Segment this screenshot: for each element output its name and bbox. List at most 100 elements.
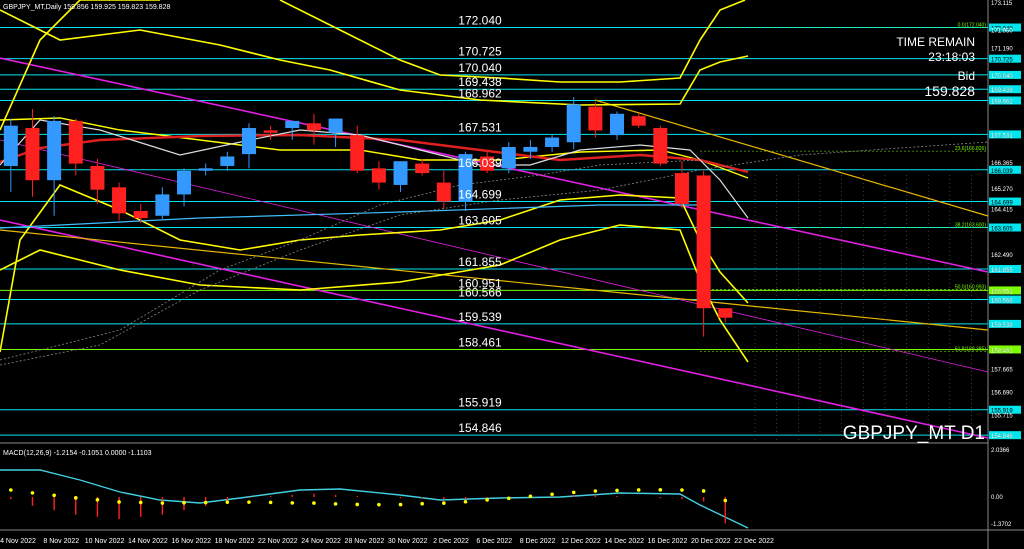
- gray-cloud-line-2: [0, 159, 701, 361]
- level-price-label: 160.566: [458, 286, 502, 300]
- price-axis-tick: 160.951: [991, 289, 1013, 295]
- horizontal-levels: [0, 0, 1024, 549]
- macd-signal-dot: [9, 488, 13, 492]
- macd-signal-dot: [312, 501, 316, 505]
- candle-body: [696, 175, 711, 309]
- candle-body: [501, 147, 516, 169]
- price-axis-tick: 162.490: [991, 253, 1013, 259]
- macd-signal-dot: [95, 497, 100, 502]
- candle-body: [285, 120, 300, 129]
- date-tick: 2 Dec 2022: [433, 538, 469, 545]
- macd-signal-dot: [680, 488, 684, 492]
- price-axis-tick: 168.962: [991, 99, 1013, 105]
- price-axis-tick: 159.539: [991, 323, 1013, 329]
- candle-body: [220, 156, 235, 166]
- cyan-moving-average: [0, 204, 700, 229]
- trading-chart[interactable]: 172.040 172.040 170.725 170.725 170.040 170.0…: [0, 0, 1024, 549]
- macd-signal-dot: [442, 501, 446, 505]
- macd-signal-dot: [52, 493, 56, 498]
- price-axis: 173.115 171.950 171.190 170.040 169.438 168.9…: [991, 1, 1013, 440]
- price-axis-tick: 160.566: [991, 299, 1013, 305]
- price-axis-tick: 156.690: [991, 390, 1013, 396]
- date-tick: 10 Nov 2022: [85, 538, 125, 545]
- macd-signal-dot: [398, 502, 403, 507]
- price-axis-tick: 170.040: [991, 74, 1013, 80]
- price-axis-tick: 158.461: [991, 348, 1013, 354]
- price-axis-tick: 171.950: [991, 29, 1013, 35]
- candle-body: [68, 120, 83, 164]
- price-axis-tick: 165.270: [991, 187, 1013, 193]
- price-axis-tick: 167.531: [991, 133, 1013, 139]
- macd-signal-dot: [485, 498, 489, 502]
- macd-line: [0, 469, 749, 529]
- macd-signal-dot: [30, 491, 35, 495]
- candle-body: [241, 128, 256, 155]
- macd-signal-dot: [615, 488, 619, 493]
- macd-signal-dot: [160, 501, 165, 505]
- candle-body: [263, 130, 278, 133]
- macd-signal-dot: [73, 496, 78, 500]
- candle-body: [653, 128, 668, 164]
- price-axis-tick: 173.115: [991, 1, 1013, 7]
- price-axis-tick: 171.190: [991, 47, 1013, 53]
- candle-body: [47, 120, 62, 181]
- level-price-label: 166.039: [458, 156, 502, 170]
- date-tick: 8 Dec 2022: [520, 538, 556, 545]
- candle-body: [25, 128, 40, 181]
- macd-signal-dot: [658, 488, 663, 492]
- level-price-label: 170.040: [458, 61, 502, 75]
- price-axis-tick: 169.438: [991, 88, 1013, 94]
- symbol-watermark: GBPJPY_MT D1: [843, 423, 985, 444]
- macd-signal-dot: [723, 498, 728, 503]
- date-tick: 18 Nov 2022: [215, 538, 255, 545]
- macd-signal-dot: [550, 492, 554, 497]
- date-tick: 20 Dec 2022: [691, 538, 731, 545]
- date-tick: 6 Dec 2022: [476, 538, 512, 545]
- date-tick: 12 Dec 2022: [561, 538, 601, 545]
- date-tick: 22 Dec 2022: [734, 538, 774, 545]
- level-price-label: 161.855: [458, 255, 502, 269]
- fib-label: 61.8(158.385): [955, 346, 986, 352]
- candle-body: [610, 113, 625, 136]
- fib-label: 38.2(163.600): [955, 223, 986, 229]
- date-tick: 16 Dec 2022: [648, 538, 688, 545]
- candle-body: [523, 147, 538, 152]
- level-price-tag-text: 163.605: [991, 226, 1013, 232]
- macd-signal-dot: [506, 496, 511, 501]
- level-price-label: 167.531: [458, 120, 502, 134]
- candle-body: [415, 163, 430, 174]
- date-tick: 16 Nov 2022: [171, 538, 211, 545]
- yellow-band-upper: [279, 0, 746, 83]
- bid-label: Bid: [958, 69, 975, 83]
- macd-signal-dot: [355, 502, 360, 507]
- candle-body: [566, 104, 581, 143]
- level-price-tag-text: 170.725: [991, 58, 1013, 64]
- candle-body: [198, 168, 213, 171]
- date-tick: 30 Nov 2022: [388, 538, 428, 545]
- candle-body: [545, 137, 560, 147]
- macd-axis-tick: 0.00: [991, 495, 1003, 501]
- macd-signal-dot: [268, 500, 273, 505]
- candle-body: [155, 194, 170, 216]
- time-axis: 4 Nov 2022 8 Nov 2022 10 Nov 2022 14 Nov 20…: [0, 538, 774, 545]
- macd-axis-tick: 2.0366: [991, 448, 1010, 454]
- yellow-band-upper2: [0, 9, 749, 106]
- macd-signal-dot: [377, 502, 381, 507]
- level-price-tag-text: 164.699: [991, 201, 1013, 207]
- price-axis-tick: 157.665: [991, 367, 1013, 373]
- macd-signal-dot: [138, 500, 143, 505]
- symbol-header: GBPJPY_MT,Daily 159.856 159.925 159.823 …: [3, 4, 170, 11]
- date-tick: 4 Nov 2022: [0, 538, 36, 545]
- fib-label: 23.6(166.826): [955, 146, 986, 152]
- candle-body: [718, 308, 733, 318]
- level-price-label: 172.040: [458, 14, 502, 28]
- macd-signal-dot: [117, 500, 121, 504]
- macd-signal-dot: [333, 502, 338, 506]
- date-tick: 14 Nov 2022: [128, 538, 168, 545]
- price-axis-tick: 155.715: [991, 414, 1013, 420]
- level-price-label: 159.539: [458, 310, 502, 324]
- fib-label: 50.0(160.993): [955, 284, 986, 290]
- chart-canvas[interactable]: 172.040172.040170.725170.725170.040170.0…: [0, 0, 1024, 549]
- macd-signal-dot: [225, 500, 230, 504]
- candle-body: [133, 211, 148, 219]
